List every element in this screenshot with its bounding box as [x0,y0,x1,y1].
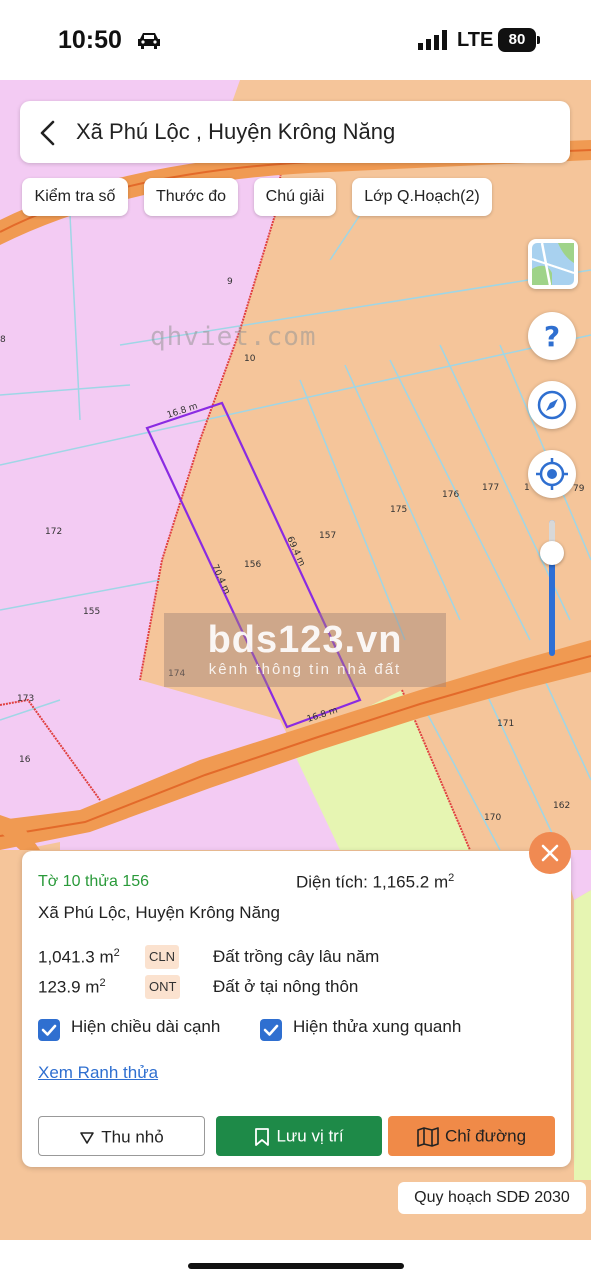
back-arrow-icon[interactable] [38,120,56,146]
lot-label: 9 [227,277,233,287]
lot-label: 175 [390,505,407,515]
home-indicator[interactable] [188,1263,404,1269]
my-location-button[interactable] [528,450,576,498]
status-time: 10:50 [58,26,122,54]
map-layer-icon [531,242,575,286]
land-use-row: 1,041.3 m2 CLN Đất trồng cây lâu năm [38,945,558,971]
parcel-area: Diện tích: 1,165.2 m2 [296,872,455,892]
lot-label: 170 [484,813,501,823]
save-location-button[interactable]: Lưu vị trí [216,1116,382,1156]
close-icon [541,844,559,862]
legend-button[interactable]: Chú giải [254,178,336,216]
lot-label: 172 [45,527,62,537]
directions-button[interactable]: Chỉ đường [388,1116,555,1156]
watermark-site: qhviet.com [150,322,317,352]
land-use-row: 123.9 m2 ONT Đất ở tại nông thôn [38,975,558,1001]
lot-label: 177 [482,483,499,493]
check-number-button[interactable]: Kiểm tra số [22,178,128,216]
checkbox-checked-icon [38,1019,60,1041]
battery-icon: 80 [498,28,540,52]
view-boundary-link[interactable]: Xem Ranh thửa [38,1063,158,1083]
parcel-address: Xã Phú Lộc, Huyện Krông Năng [38,903,280,922]
close-card-button[interactable] [529,832,571,874]
show-edge-lengths-checkbox[interactable]: Hiện chiều dài cạnh [38,1017,248,1043]
battery-level: 80 [498,28,536,52]
land-use-amount: 123.9 m2 [38,977,106,997]
compass-button[interactable] [528,381,576,429]
watermark-banner-title: bds123.vn [207,619,403,661]
network-type: LTE [457,29,494,51]
land-use-code: ONT [145,975,181,999]
status-bar: 10:50 LTE 80 [0,0,591,80]
help-button[interactable]: ? [528,312,576,360]
measure-button[interactable]: Thước đo [144,178,238,216]
lot-label: 157 [319,531,336,541]
land-use-description: Đất trồng cây lâu năm [213,947,380,966]
location-header: Xã Phú Lộc , Huyện Krông Năng [20,101,570,163]
lot-label: 16 [19,755,31,765]
parcel-id: Tờ 10 thửa 156 [38,873,150,890]
land-use-amount: 1,041.3 m2 [38,947,120,967]
svg-text:?: ? [544,320,560,353]
planning-label: Quy hoạch SDĐ 2030 [398,1182,586,1214]
lot-label: 171 [497,719,514,729]
show-neighbor-parcels-checkbox[interactable]: Hiện thửa xung quanh [260,1017,490,1043]
watermark-banner-subtitle: kênh thông tin nhà đất [208,661,402,678]
lot-label: 162 [553,801,570,811]
lot-label: 176 [442,490,459,500]
checkbox-label: Hiện chiều dài cạnh [71,1017,221,1036]
watermark-banner: bds123.vn kênh thông tin nhà đất [164,613,446,687]
compass-icon [537,390,567,420]
map-icon [417,1126,439,1147]
bookmark-icon [255,1127,270,1146]
location-target-icon [536,458,568,490]
land-use-description: Đất ở tại nông thôn [213,977,359,996]
location-title: Xã Phú Lộc , Huyện Krông Năng [76,119,396,144]
lot-label: 173 [17,694,34,704]
lot-label: 10 [244,354,256,364]
checkbox-checked-icon [260,1019,282,1041]
lot-label: 155 [83,607,100,617]
zoom-slider-knob[interactable] [540,541,564,565]
lot-label: 8 [0,335,6,345]
planning-layer-button[interactable]: Lớp Q.Hoạch(2) [352,178,492,216]
question-icon: ? [544,320,560,353]
lot-label: 156 [244,560,261,570]
parcel-info-card: Tờ 10 thửa 156 Diện tích: 1,165.2 m2 Xã … [22,851,571,1167]
checkbox-label: Hiện thửa xung quanh [293,1017,462,1036]
land-use-code: CLN [145,945,180,969]
signal-icon [418,30,447,50]
map-layers-button[interactable] [528,239,578,289]
collapse-button[interactable]: Thu nhỏ [38,1116,205,1156]
triangle-down-icon [80,1131,95,1144]
car-icon [138,33,160,49]
